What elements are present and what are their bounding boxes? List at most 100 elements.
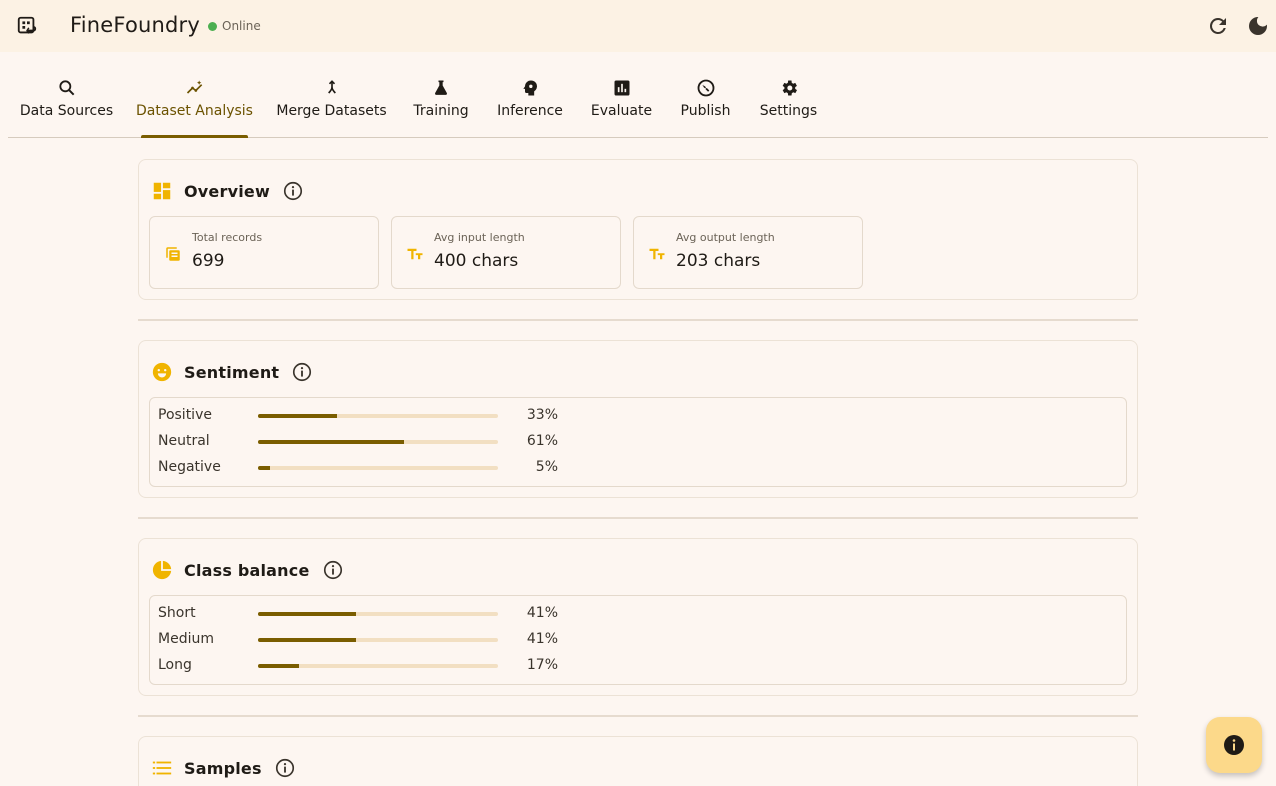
bar-row-long: Long 17% (158, 656, 1118, 676)
tab-publish[interactable]: Publish (681, 78, 730, 138)
sentiment-card: Sentiment Positive 33% Neutral 61% Negat… (138, 340, 1138, 498)
stat-label: Avg output length (676, 231, 775, 244)
bar-label: Short (158, 605, 196, 621)
progress-track (258, 612, 498, 616)
tab-label: Evaluate (590, 103, 653, 119)
card-title: Overview (184, 181, 270, 201)
app-logo-icon (17, 16, 37, 34)
bar-percent: 5% (535, 459, 558, 475)
bar-label: Medium (158, 631, 214, 647)
tab-label: Merge Datasets (276, 103, 387, 119)
info-icon[interactable] (322, 559, 344, 581)
bar-percent: 61% (526, 433, 558, 449)
flask-icon (435, 80, 447, 95)
stat-value: 400 chars (434, 251, 519, 271)
tab-label: Publish (680, 103, 731, 119)
card-title: Class balance (184, 560, 310, 580)
progress-track (258, 638, 498, 642)
progress-fill (258, 638, 357, 642)
section-divider (138, 715, 1138, 717)
tab-merge-datasets[interactable]: Merge Datasets (276, 78, 387, 138)
stat-value: 699 (192, 251, 225, 271)
tab-settings[interactable]: Settings (759, 78, 818, 138)
bar-percent: 41% (526, 605, 558, 621)
refresh-icon[interactable] (1206, 14, 1230, 38)
status-label: Online (222, 19, 261, 33)
psychology-icon (523, 80, 538, 96)
dashboard-icon (153, 182, 171, 200)
tab-label: Settings (759, 103, 818, 119)
text-size-icon (407, 248, 423, 260)
text-size-icon (649, 248, 665, 260)
bar-row-negative: Negative 5% (158, 458, 1118, 478)
stat-total-records: Total records 699 (149, 216, 379, 289)
publish-icon (697, 79, 714, 97)
card-title: Sentiment (184, 362, 280, 382)
overview-card: Overview Total records 699 Avg input len… (138, 159, 1138, 300)
tab-data-sources[interactable]: Data Sources (20, 78, 113, 138)
tab-bar: Data Sources Dataset Analysis Merge Data… (8, 52, 1268, 138)
tab-inference[interactable]: Inference (497, 78, 563, 138)
card-header: Samples (151, 756, 296, 780)
progress-track (258, 414, 498, 418)
card-header: Overview (151, 179, 304, 203)
stat-avg-input-length: Avg input length 400 chars (391, 216, 621, 289)
card-header: Sentiment (151, 360, 313, 384)
progress-fill (258, 612, 357, 616)
tab-label: Inference (497, 103, 563, 119)
section-divider (138, 517, 1138, 519)
progress-fill (258, 440, 405, 444)
progress-track (258, 664, 498, 668)
bar-label: Negative (158, 459, 221, 475)
card-header: Class balance (151, 558, 344, 582)
list-icon (152, 761, 172, 775)
dark-mode-icon[interactable] (1246, 14, 1270, 38)
stat-value: 203 chars (676, 251, 761, 271)
pie-chart-icon (152, 560, 172, 580)
bar-row-medium: Medium 41% (158, 630, 1118, 650)
bar-percent: 17% (526, 657, 558, 673)
progress-fill (258, 466, 270, 470)
bar-row-short: Short 41% (158, 604, 1118, 624)
card-title: Samples (184, 758, 262, 778)
bar-percent: 33% (526, 407, 558, 423)
stat-label: Total records (192, 231, 263, 244)
gear-icon (782, 80, 797, 96)
bar-percent: 41% (526, 631, 558, 647)
bar-label: Positive (158, 407, 212, 423)
class-balance-bars: Short 41% Medium 41% Long 17% (149, 595, 1127, 685)
search-icon (58, 80, 74, 96)
info-icon[interactable] (291, 361, 313, 383)
app-bar: FineFoundry Online (0, 0, 1276, 52)
tab-dataset-analysis[interactable]: Dataset Analysis (136, 78, 253, 138)
app-title: FineFoundry (70, 13, 201, 37)
tab-label: Training (413, 103, 469, 119)
class-balance-card: Class balance Short 41% Medium 41% Long … (138, 538, 1138, 696)
bar-row-positive: Positive 33% (158, 406, 1118, 426)
samples-card: Samples (138, 736, 1138, 786)
bar-label: Long (158, 657, 192, 673)
tab-label: Data Sources (19, 103, 114, 119)
info-icon[interactable] (274, 757, 296, 779)
progress-track (258, 466, 498, 470)
tab-training[interactable]: Training (413, 78, 469, 138)
stat-label: Avg input length (434, 231, 525, 244)
bar-row-neutral: Neutral 61% (158, 432, 1118, 452)
section-divider (138, 319, 1138, 321)
stat-avg-output-length: Avg output length 203 chars (633, 216, 863, 289)
progress-track (258, 440, 498, 444)
progress-fill (258, 664, 299, 668)
merge-icon (327, 80, 336, 94)
insights-icon (186, 80, 202, 94)
bar-label: Neutral (158, 433, 210, 449)
stack-icon (166, 247, 180, 261)
info-icon[interactable] (282, 180, 304, 202)
tab-label: Dataset Analysis (136, 103, 253, 119)
tab-evaluate[interactable]: Evaluate (590, 78, 653, 138)
info-icon (1224, 735, 1244, 755)
info-fab-button[interactable] (1206, 717, 1262, 773)
status-dot-icon (208, 22, 217, 31)
smile-icon (152, 362, 172, 382)
sentiment-bars: Positive 33% Neutral 61% Negative 5% (149, 397, 1127, 487)
progress-fill (258, 414, 338, 418)
